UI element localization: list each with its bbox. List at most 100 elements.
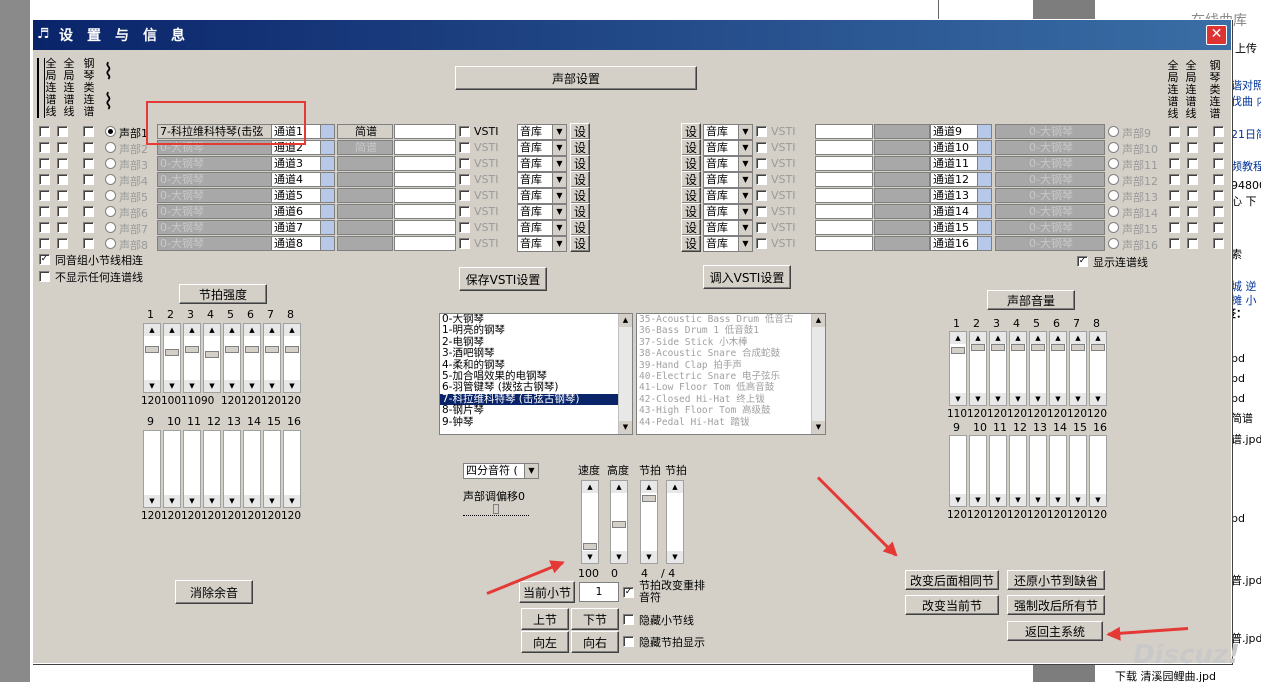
up-arrow-icon[interactable]: ▲	[1090, 332, 1106, 344]
spin-arrows-icon[interactable]	[977, 125, 991, 138]
voice-radio[interactable]	[1108, 174, 1119, 185]
move-right-button[interactable]: 向右	[571, 631, 619, 653]
global-link-checkbox[interactable]	[39, 174, 50, 185]
prev-bar-button[interactable]: 上节	[521, 608, 569, 630]
voice-set-button[interactable]: 设	[570, 123, 590, 140]
global-link-checkbox[interactable]	[39, 238, 50, 249]
load-vsti-button[interactable]: 调入VSTI设置	[703, 265, 791, 289]
drum-item[interactable]: 35-Acoustic Bass Drum 低音古	[637, 314, 825, 325]
up-arrow-icon[interactable]: ▲	[244, 324, 260, 336]
vsti-checkbox[interactable]	[756, 190, 767, 201]
library-combo[interactable]: 音库 ▼	[703, 204, 753, 220]
piano-link-checkbox[interactable]	[1213, 206, 1224, 217]
scroll-down-icon[interactable]: ▼	[619, 421, 632, 434]
channel-spinner[interactable]: 通道15	[930, 220, 992, 235]
down-arrow-icon[interactable]: ▼	[1030, 393, 1046, 405]
slider-thumb[interactable]	[1091, 344, 1105, 351]
piano-link-checkbox[interactable]	[1213, 158, 1224, 169]
voice-set-button[interactable]: 设	[570, 171, 590, 188]
instrument-name-field[interactable]: 0-大钢琴	[995, 220, 1105, 235]
library-combo[interactable]: 音库 ▼	[703, 156, 753, 172]
notation-field[interactable]	[874, 124, 930, 139]
instrument-item[interactable]: 3-酒吧钢琴	[440, 347, 632, 359]
channel-spinner[interactable]: 通道12	[930, 172, 992, 187]
change-after-button[interactable]: 改变后面相同节	[905, 570, 999, 590]
spin-arrows-icon[interactable]	[977, 157, 991, 170]
spin-arrows-icon[interactable]	[977, 237, 991, 250]
down-arrow-icon[interactable]: ▼	[1090, 494, 1106, 506]
piano-link-checkbox[interactable]	[1213, 238, 1224, 249]
down-arrow-icon[interactable]: ▼	[284, 380, 300, 392]
channel-spinner[interactable]: 通道3	[271, 156, 335, 171]
library-combo[interactable]: 音库 ▼	[517, 172, 567, 188]
return-main-button[interactable]: 返回主系统	[1007, 621, 1103, 641]
level-slider[interactable]: ▲ ▼	[969, 331, 987, 406]
global-link-checkbox[interactable]	[57, 126, 68, 137]
up-arrow-icon[interactable]: ▲	[224, 324, 240, 336]
vsti-path-field[interactable]	[815, 204, 873, 219]
notation-field[interactable]	[874, 220, 930, 235]
down-arrow-icon[interactable]: ▼	[144, 380, 160, 392]
piano-link-checkbox[interactable]	[1213, 142, 1224, 153]
vsti-checkbox[interactable]	[756, 158, 767, 169]
channel-spinner[interactable]: 通道7	[271, 220, 335, 235]
vsti-checkbox[interactable]	[756, 142, 767, 153]
level-slider[interactable]: ▲ ▼	[989, 331, 1007, 406]
slider-thumb[interactable]	[145, 345, 159, 353]
channel-spinner[interactable]: 通道10	[930, 140, 992, 155]
up-arrow-icon[interactable]: ▲	[667, 481, 683, 493]
level-slider[interactable]: ▲ ▼	[163, 323, 181, 393]
voice-radio[interactable]	[1108, 126, 1119, 137]
same-group-link-checkbox[interactable]: ✓	[39, 254, 50, 265]
channel-spinner[interactable]: 通道9	[930, 124, 992, 139]
instrument-list[interactable]: 0-大钢琴 1-明亮的钢琴 2-电钢琴 3-酒吧钢琴 4-柔和的钢琴 5-加合唱效果的电钢…	[439, 313, 633, 435]
voice-radio[interactable]	[1108, 238, 1119, 249]
spin-arrows-icon[interactable]	[977, 205, 991, 218]
drum-item[interactable]: 42-Closed Hi-Hat 终上钹	[637, 394, 825, 405]
global-link-checkbox[interactable]	[1187, 142, 1198, 153]
down-arrow-icon[interactable]: ▼	[1050, 494, 1066, 506]
down-arrow-icon[interactable]: ▼	[950, 393, 966, 405]
level-slider[interactable]: ▼	[1049, 435, 1067, 507]
chevron-down-icon[interactable]: ▼	[552, 125, 566, 139]
voice-set-button[interactable]: 设	[681, 219, 701, 236]
spin-arrows-icon[interactable]	[320, 237, 334, 250]
note-value-combo[interactable]: 四分音符 (▼	[463, 463, 539, 479]
instrument-name-field[interactable]: 0-大钢琴	[157, 172, 272, 187]
global-link-checkbox[interactable]	[39, 206, 50, 217]
down-arrow-icon[interactable]: ▼	[667, 551, 683, 563]
vsti-checkbox[interactable]	[459, 126, 470, 137]
up-arrow-icon[interactable]: ▲	[641, 481, 657, 493]
level-slider[interactable]: ▲ ▼	[203, 323, 221, 393]
chevron-down-icon[interactable]: ▼	[552, 141, 566, 155]
down-arrow-icon[interactable]: ▼	[204, 495, 220, 507]
drum-scrollbar[interactable]: ▲ ▼	[811, 314, 825, 434]
restore-default-button[interactable]: 还原小节到缺省	[1007, 570, 1105, 590]
down-arrow-icon[interactable]: ▼	[611, 551, 627, 563]
voice-set-button[interactable]: 设	[681, 203, 701, 220]
notation-field[interactable]	[337, 204, 393, 219]
voice-radio[interactable]	[105, 206, 116, 217]
vsti-path-field[interactable]	[394, 236, 456, 251]
level-slider[interactable]: ▲ ▼	[283, 323, 301, 393]
hide-bar-checkbox[interactable]	[623, 614, 634, 625]
global-link-checkbox[interactable]	[39, 142, 50, 153]
global-link-checkbox[interactable]	[1187, 126, 1198, 137]
slider-thumb[interactable]	[225, 345, 239, 353]
vsti-checkbox[interactable]	[756, 206, 767, 217]
up-arrow-icon[interactable]: ▲	[970, 332, 986, 344]
vsti-path-field[interactable]	[394, 220, 456, 235]
up-arrow-icon[interactable]: ▲	[204, 324, 220, 336]
close-button[interactable]: ✕	[1206, 25, 1227, 45]
up-arrow-icon[interactable]: ▲	[144, 324, 160, 336]
level-slider[interactable]: ▼	[989, 435, 1007, 507]
voice-radio[interactable]	[1108, 142, 1119, 153]
vsti-checkbox[interactable]	[459, 190, 470, 201]
vsti-path-field[interactable]	[815, 140, 873, 155]
spin-arrows-icon[interactable]	[977, 141, 991, 154]
drum-item[interactable]: 39-Hand Clap 拍手声	[637, 360, 825, 371]
library-combo[interactable]: 音库 ▼	[517, 236, 567, 252]
instrument-name-field[interactable]: 0-大钢琴	[995, 124, 1105, 139]
down-arrow-icon[interactable]: ▼	[244, 495, 260, 507]
voice-radio[interactable]	[105, 174, 116, 185]
